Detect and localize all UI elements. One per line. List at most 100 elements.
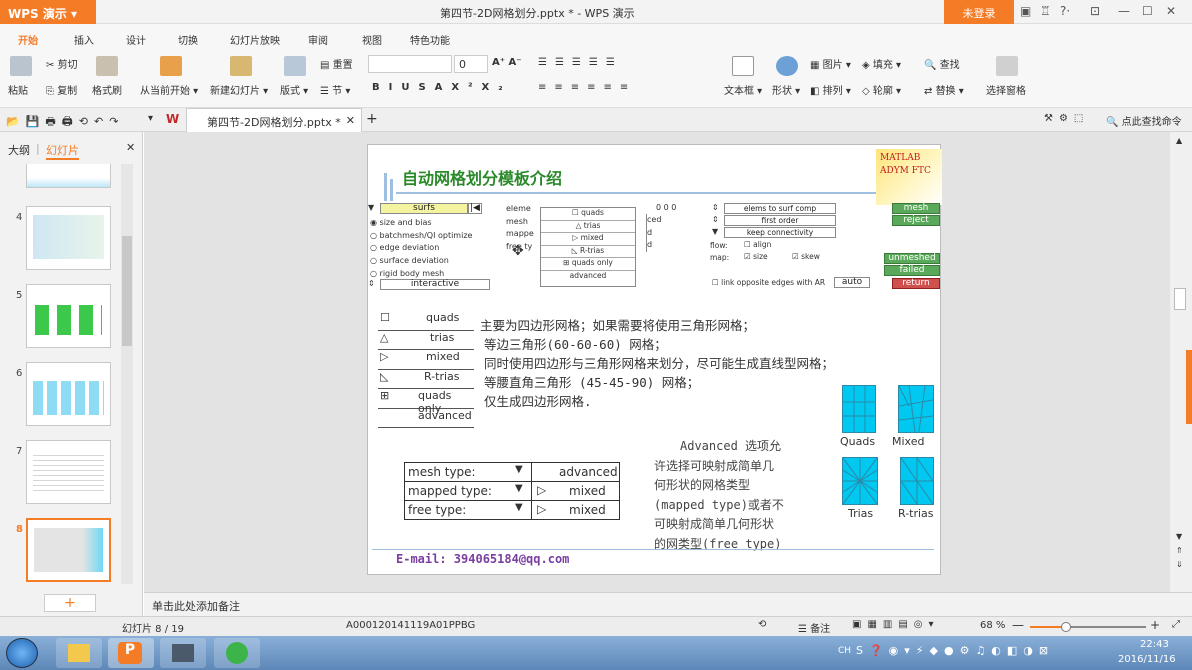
format-painter-icon[interactable]	[96, 56, 118, 76]
quads-type-button[interactable]: ☐ quads	[378, 311, 474, 331]
scroll-up-icon[interactable]: ▲	[1176, 136, 1182, 145]
zoom-out-icon[interactable]: —	[1012, 618, 1024, 632]
mixed-type-button[interactable]: ▷ mixed	[378, 350, 474, 370]
menu-home[interactable]: 开始	[18, 32, 38, 47]
slide-thumb-7[interactable]	[26, 440, 111, 504]
font-family-select[interactable]	[368, 55, 452, 73]
clock-date[interactable]: 2016/11/16	[1118, 654, 1176, 665]
clock-time[interactable]: 22:43	[1140, 639, 1169, 650]
dropdown-icon[interactable]: ▼	[515, 502, 523, 513]
list-buttons[interactable]: ☰☰☰☰☰	[538, 57, 623, 68]
prev-slide-icon[interactable]: ⇑	[1176, 546, 1183, 555]
notes-toggle[interactable]: ☰ 备注	[798, 620, 830, 635]
col3-item[interactable]: ced	[647, 214, 688, 227]
notes-area[interactable]: 单击此处添加备注	[144, 592, 1192, 616]
trias-type-button[interactable]: △ trias	[378, 331, 474, 350]
skin-icon[interactable]: ▣	[1020, 4, 1031, 18]
toggle-icon[interactable]: ⇕	[712, 215, 719, 224]
shape-button[interactable]: 形状 ▾	[772, 82, 800, 97]
textbox-icon[interactable]	[732, 56, 754, 76]
menu-insert[interactable]: 插入	[74, 32, 94, 47]
quick-access-icons[interactable]: 📂💾🖶🖨⟲↶↷	[6, 113, 124, 132]
mesh-button[interactable]: mesh	[892, 203, 940, 214]
next-slide-icon[interactable]: ⇓	[1176, 560, 1183, 569]
tab-outline[interactable]: 大纲	[8, 142, 30, 158]
cut-button[interactable]: ✂ 剪切	[46, 56, 78, 71]
from-current-button[interactable]: 从当前开始 ▾	[140, 82, 198, 97]
new-slide-icon[interactable]	[230, 56, 252, 76]
menu-review[interactable]: 审阅	[308, 32, 328, 47]
unmeshed-button[interactable]: unmeshed	[884, 253, 940, 264]
qa-right-icons[interactable]: ⚒⚙⬚	[1044, 113, 1089, 124]
slide-thumb-5[interactable]	[26, 284, 111, 348]
vertical-scrollbar[interactable]: ▲ ▼ ⇑ ⇓	[1170, 132, 1192, 592]
menu-features[interactable]: 特色功能	[410, 32, 450, 47]
font-size-select[interactable]: 0	[454, 55, 488, 73]
new-slide-button[interactable]: 新建幻灯片 ▾	[210, 82, 268, 97]
language-indicator[interactable]: CH	[838, 646, 851, 656]
copy-button[interactable]: ⎘ 复制	[46, 82, 77, 97]
toggle-icon[interactable]: ⇕	[368, 279, 375, 288]
col3-item[interactable]: d	[647, 227, 688, 240]
document-tab[interactable]: 第四节-2D网格划分.pptx * ✕	[186, 108, 362, 132]
surfs-selector[interactable]: surfs	[380, 203, 468, 214]
qa-dropdown-icon[interactable]: ▾	[148, 113, 153, 124]
radio-item[interactable]: ◉ size and bias	[370, 217, 472, 230]
browser-taskbar-icon[interactable]	[214, 638, 260, 668]
rtrias-type-button[interactable]: ◺ R-trias	[378, 370, 474, 389]
fit-window-icon[interactable]: ⤢	[1172, 619, 1180, 630]
close-tab-icon[interactable]: ✕	[346, 114, 355, 127]
fill-button[interactable]: ◈ 填充 ▾	[862, 56, 901, 71]
paste-icon[interactable]	[10, 56, 32, 76]
minimize-icon[interactable]: —	[1118, 4, 1130, 18]
explorer-taskbar-icon[interactable]	[56, 638, 102, 668]
reset-icon[interactable]: |◀	[468, 203, 482, 214]
start-button[interactable]	[6, 638, 38, 668]
find-button[interactable]: 🔍 查找	[924, 56, 960, 71]
add-slide-button[interactable]: +	[44, 594, 96, 612]
menu-view[interactable]: 视图	[362, 32, 382, 47]
select-pane-icon[interactable]	[996, 56, 1018, 76]
elems-to-surf-comp-button[interactable]: elems to surf comp	[724, 203, 836, 214]
zoom-slider[interactable]	[1030, 622, 1146, 632]
slide-thumb-8-selected[interactable]	[26, 518, 111, 582]
login-button[interactable]: 未登录	[944, 0, 1014, 24]
dropdown-icon[interactable]: ▼	[712, 227, 718, 236]
slide-thumb-6[interactable]	[26, 362, 111, 426]
type-option[interactable]: ⊞ quads only	[541, 258, 635, 271]
close-pane-icon[interactable]: ✕	[126, 141, 135, 154]
grow-font-icon[interactable]: A⁺ A⁻	[492, 57, 522, 68]
textbox-button[interactable]: 文本框 ▾	[724, 82, 762, 97]
reset-button[interactable]: ▤ 重置	[320, 56, 353, 71]
keep-connectivity-button[interactable]: keep connectivity	[724, 227, 836, 238]
search-command-field[interactable]: 🔍 点此查找命令	[1106, 113, 1182, 128]
restore-layout-icon[interactable]: ⊡	[1090, 4, 1100, 18]
radio-item[interactable]: ○ surface deviation	[370, 255, 472, 268]
type-option[interactable]: △ trias	[541, 221, 635, 234]
backup-icon[interactable]: ⟲	[758, 619, 766, 630]
type-option[interactable]: ▷ mixed	[541, 233, 635, 246]
row-value[interactable]: advanced	[559, 465, 618, 479]
picture-button[interactable]: ▦ 图片 ▾	[810, 56, 851, 71]
row-value[interactable]: mixed	[569, 484, 606, 498]
reject-button[interactable]: reject	[892, 215, 940, 226]
skew-checkbox[interactable]: ☑ skew	[792, 252, 820, 261]
type-option[interactable]: ☐ quads	[541, 208, 635, 221]
view-buttons[interactable]: ▣▦▥▤◎▾	[852, 619, 940, 630]
scroll-down-icon[interactable]: ▼	[1176, 532, 1182, 541]
interactive-button[interactable]: interactive	[380, 279, 490, 290]
scroll-thumb[interactable]	[1174, 288, 1186, 310]
close-icon[interactable]: ✕	[1166, 4, 1176, 18]
app-menu-button[interactable]: WPS 演示 ▾	[0, 0, 96, 24]
dropdown-icon[interactable]: ▼	[368, 203, 374, 212]
slide-thumb-4[interactable]	[26, 206, 111, 270]
select-pane-button[interactable]: 选择窗格	[986, 82, 1026, 97]
first-order-button[interactable]: first order	[724, 215, 836, 226]
zoom-in-icon[interactable]: +	[1150, 618, 1160, 632]
menu-design[interactable]: 设计	[126, 32, 146, 47]
toggle-icon[interactable]: ⇕	[712, 203, 719, 212]
return-button[interactable]: return	[892, 278, 940, 289]
quads-only-type-button[interactable]: ⊞ quads only	[378, 389, 474, 415]
align-buttons[interactable]: ≡≡≡≡≡≡	[538, 82, 636, 93]
menu-slideshow[interactable]: 幻灯片放映	[230, 32, 280, 47]
